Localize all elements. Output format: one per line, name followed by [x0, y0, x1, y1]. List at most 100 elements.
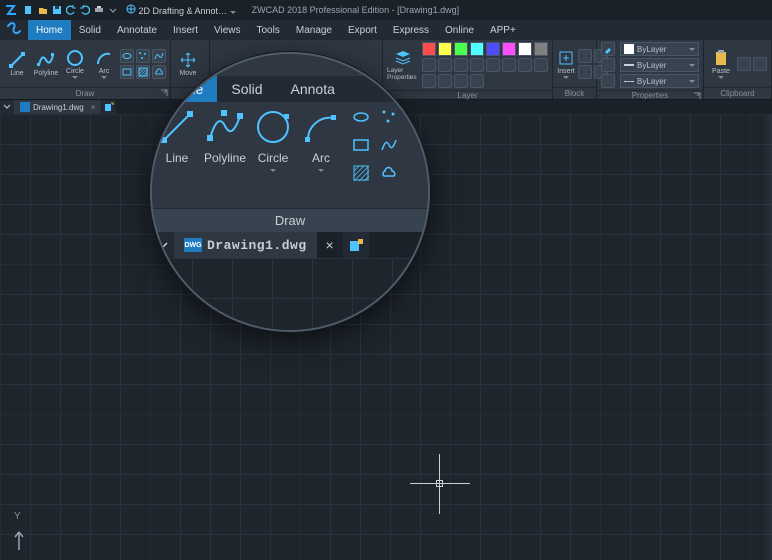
close-tab-icon[interactable]: × [317, 232, 343, 258]
paste-button[interactable]: Paste [708, 49, 734, 79]
window-title: ZWCAD 2018 Professional Edition - [Drawi… [252, 5, 460, 15]
layer-state-icon[interactable] [518, 58, 532, 72]
layer-misc4-icon[interactable] [470, 74, 484, 88]
menu-insert[interactable]: Insert [165, 20, 206, 40]
new-tab-button[interactable] [343, 232, 369, 258]
match-prop-icon[interactable] [601, 42, 615, 56]
copy-icon[interactable] [753, 57, 767, 71]
tab-list-button[interactable] [152, 232, 174, 258]
layer-swatch[interactable] [518, 42, 532, 56]
mag-tab-annotate[interactable]: Annota [277, 76, 349, 102]
new-icon[interactable] [24, 5, 34, 15]
color-combo[interactable]: ByLayer [620, 42, 699, 56]
menu-views[interactable]: Views [206, 20, 249, 40]
layer-prev-icon[interactable] [502, 58, 516, 72]
document-tab[interactable]: Drawing1.dwg × [14, 100, 102, 114]
mag-tool-arc[interactable]: Arc [300, 106, 342, 172]
ellipse-icon[interactable] [120, 49, 134, 63]
document-tab-label: Drawing1.dwg [33, 103, 84, 112]
line-icon [156, 106, 198, 148]
layer-walk-icon[interactable] [534, 58, 548, 72]
print-icon[interactable] [94, 5, 104, 15]
layer-match-icon[interactable] [486, 58, 500, 72]
menu-home[interactable]: Home [28, 20, 71, 40]
line-icon [8, 51, 26, 69]
dwg-icon: DWG [184, 238, 202, 252]
undo-icon[interactable] [66, 5, 76, 15]
menu-export[interactable]: Export [340, 20, 385, 40]
tool-circle[interactable]: Circle [62, 49, 88, 79]
mag-circle-label: Circle [258, 151, 289, 165]
menu-manage[interactable]: Manage [288, 20, 340, 40]
menubar: Home Solid Annotate Insert Views Tools M… [0, 20, 772, 40]
app-menu-button[interactable] [4, 2, 20, 18]
layer-color-row1 [422, 42, 548, 56]
rectangle-icon[interactable] [120, 65, 134, 79]
rectangle-icon[interactable] [350, 134, 372, 156]
close-tab-icon[interactable]: × [91, 103, 96, 112]
qat-more-icon[interactable] [108, 5, 118, 15]
tab-list-button[interactable] [0, 100, 14, 114]
insert-block-button[interactable]: Insert [557, 49, 575, 79]
expand-icon[interactable] [693, 92, 701, 100]
menu-express[interactable]: Express [385, 20, 437, 40]
hatch-icon[interactable] [136, 65, 150, 79]
arc-icon [300, 106, 342, 148]
workspace-selector[interactable]: 2D Drafting & Annot… [126, 4, 236, 16]
menu-tools[interactable]: Tools [249, 20, 288, 40]
open-icon[interactable] [38, 5, 48, 15]
mag-tool-polyline[interactable]: Polyline [204, 106, 246, 165]
layer-freeze-icon[interactable] [438, 58, 452, 72]
cut-icon[interactable] [737, 57, 751, 71]
panel-block-title: Block [565, 89, 585, 98]
save-icon[interactable] [52, 5, 62, 15]
chevron-down-icon[interactable] [318, 169, 324, 172]
layer-misc2-icon[interactable] [438, 74, 452, 88]
mag-side-tools [350, 106, 400, 184]
layer-off-icon[interactable] [470, 58, 484, 72]
ellipse-icon[interactable] [350, 106, 372, 128]
panel-draw: Line Polyline Circle Arc [0, 40, 171, 99]
mag-tool-line[interactable]: Line [156, 106, 198, 165]
mag-tab-home[interactable]: Home [152, 76, 217, 102]
redo-icon[interactable] [80, 5, 90, 15]
new-tab-button[interactable] [102, 100, 116, 114]
menu-app[interactable]: APP+ [482, 20, 524, 40]
layer-swatch[interactable] [534, 42, 548, 56]
tool-arc-label: Arc [99, 68, 110, 75]
tool-arc[interactable]: Arc [91, 49, 117, 79]
lineweight-combo-value: ByLayer [637, 61, 689, 70]
mag-tool-circle[interactable]: Circle [252, 106, 294, 172]
menu-annotate[interactable]: Annotate [109, 20, 165, 40]
points-icon[interactable] [378, 106, 400, 128]
block-create-icon[interactable] [578, 49, 592, 63]
chevron-down-icon[interactable] [270, 169, 276, 172]
layer-swatch[interactable] [486, 42, 500, 56]
prop-list-icon[interactable] [601, 74, 615, 88]
insert-label: Insert [557, 68, 575, 75]
linetype-combo[interactable]: ByLayer [620, 74, 699, 88]
points-icon[interactable] [136, 49, 150, 63]
menu-solid[interactable]: Solid [71, 20, 109, 40]
hatch-icon[interactable] [350, 162, 372, 184]
layer-swatch[interactable] [470, 42, 484, 56]
prop-linetype-icon[interactable] [601, 58, 615, 72]
layer-swatch[interactable] [454, 42, 468, 56]
layer-misc3-icon[interactable] [454, 74, 468, 88]
spline-icon[interactable] [378, 134, 400, 156]
mag-arc-label: Arc [312, 151, 330, 165]
layer-swatch[interactable] [502, 42, 516, 56]
lineweight-combo[interactable]: ByLayer [620, 58, 699, 72]
app-logo[interactable] [0, 20, 28, 40]
block-attr-icon[interactable] [578, 65, 592, 79]
mag-tab-solid[interactable]: Solid [217, 76, 276, 102]
mag-document-tab[interactable]: DWG Drawing1.dwg [174, 232, 317, 258]
tool-line[interactable]: Line [4, 51, 30, 77]
tool-polyline[interactable]: Polyline [33, 51, 59, 77]
tool-circle-label: Circle [66, 68, 84, 75]
layer-swatch[interactable] [438, 42, 452, 56]
menu-online[interactable]: Online [437, 20, 482, 40]
layer-tool-row [422, 58, 548, 72]
layer-lock-icon[interactable] [454, 58, 468, 72]
cloud-icon[interactable] [378, 162, 400, 184]
